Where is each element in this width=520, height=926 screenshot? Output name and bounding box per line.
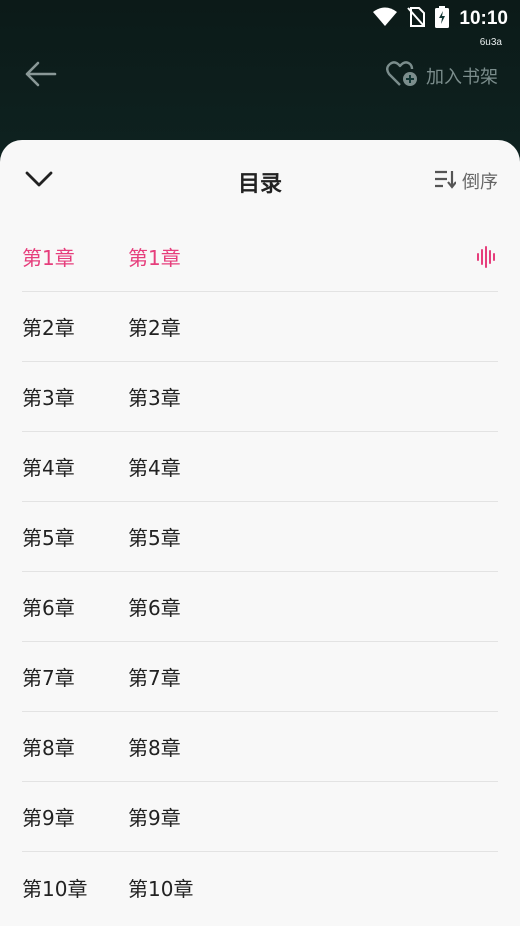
status-icons: 10:10 [373, 6, 508, 32]
chapter-title: 第3章 [128, 386, 181, 410]
chapter-number: 第4章 [22, 456, 75, 480]
battery-charging-icon [435, 6, 450, 32]
chapter-row[interactable]: 第9章 第9章 [22, 782, 498, 852]
status-sub-label: 6u3a [479, 37, 502, 48]
chapter-number: 第5章 [22, 526, 75, 550]
sheet-header: 目录 倒序 [0, 140, 520, 222]
chapter-number: 第8章 [22, 736, 75, 760]
back-button[interactable] [22, 58, 58, 94]
chapter-title: 第8章 [128, 736, 181, 760]
chapter-title: 第10章 [128, 876, 194, 901]
chapter-row[interactable]: 第1章 第1章 [22, 222, 498, 292]
chapter-row[interactable]: 第3章 第3章 [22, 362, 498, 432]
chapter-number: 第9章 [22, 806, 75, 830]
chapter-title: 第1章 [128, 246, 181, 270]
now-playing-waveform-icon [476, 246, 498, 268]
chapter-title: 第4章 [128, 456, 181, 480]
chapter-number: 第1章 [22, 246, 75, 270]
no-signal-icon [407, 7, 426, 31]
chapter-number: 第6章 [22, 596, 75, 620]
chapter-row[interactable]: 第8章 第8章 [22, 712, 498, 782]
chapter-title: 第7章 [128, 666, 181, 690]
status-time: 10:10 [459, 8, 508, 29]
chapter-row[interactable]: 第2章 第2章 [22, 292, 498, 362]
wifi-icon [373, 7, 398, 31]
sort-order-button[interactable]: 倒序 [434, 168, 498, 194]
chapter-row[interactable]: 第4章 第4章 [22, 432, 498, 502]
chapter-title: 第2章 [128, 316, 181, 340]
chapter-number: 第10章 [22, 876, 88, 901]
status-bar: 10:10 6u3a [0, 0, 520, 48]
chapter-number: 第7章 [22, 666, 75, 690]
chapter-row[interactable]: 第10章 第10章 [22, 852, 498, 922]
chapter-number: 第2章 [22, 316, 75, 340]
chapter-row[interactable]: 第5章 第5章 [22, 502, 498, 572]
sort-order-label: 倒序 [462, 172, 498, 193]
add-to-shelf-button[interactable]: 加入书架 [386, 58, 498, 94]
chapter-list: 第1章 第1章 第2章 第2章 第3章 第3章 第4章 第4章 第5章 第5章 第6章 第6章 第7章第… [0, 222, 520, 922]
add-to-shelf-label: 加入书架 [426, 67, 498, 88]
chapter-title: 第6章 [128, 596, 181, 620]
top-bar: 加入书架 [0, 56, 520, 96]
arrow-left-icon [23, 60, 57, 92]
chapter-number: 第3章 [22, 386, 75, 410]
chapter-row[interactable]: 第7章 第7章 [22, 642, 498, 712]
chapter-title: 第5章 [128, 526, 181, 550]
sort-descending-icon [434, 169, 457, 193]
chapter-row[interactable]: 第6章 第6章 [22, 572, 498, 642]
heart-plus-icon [386, 60, 418, 92]
chapter-title: 第9章 [128, 806, 181, 830]
chapter-sheet: 目录 倒序 第1章 第1章 第2章 第2章 第3章 第3章 第4章 第4章 第5章 第5章 第6章第… [0, 140, 520, 926]
